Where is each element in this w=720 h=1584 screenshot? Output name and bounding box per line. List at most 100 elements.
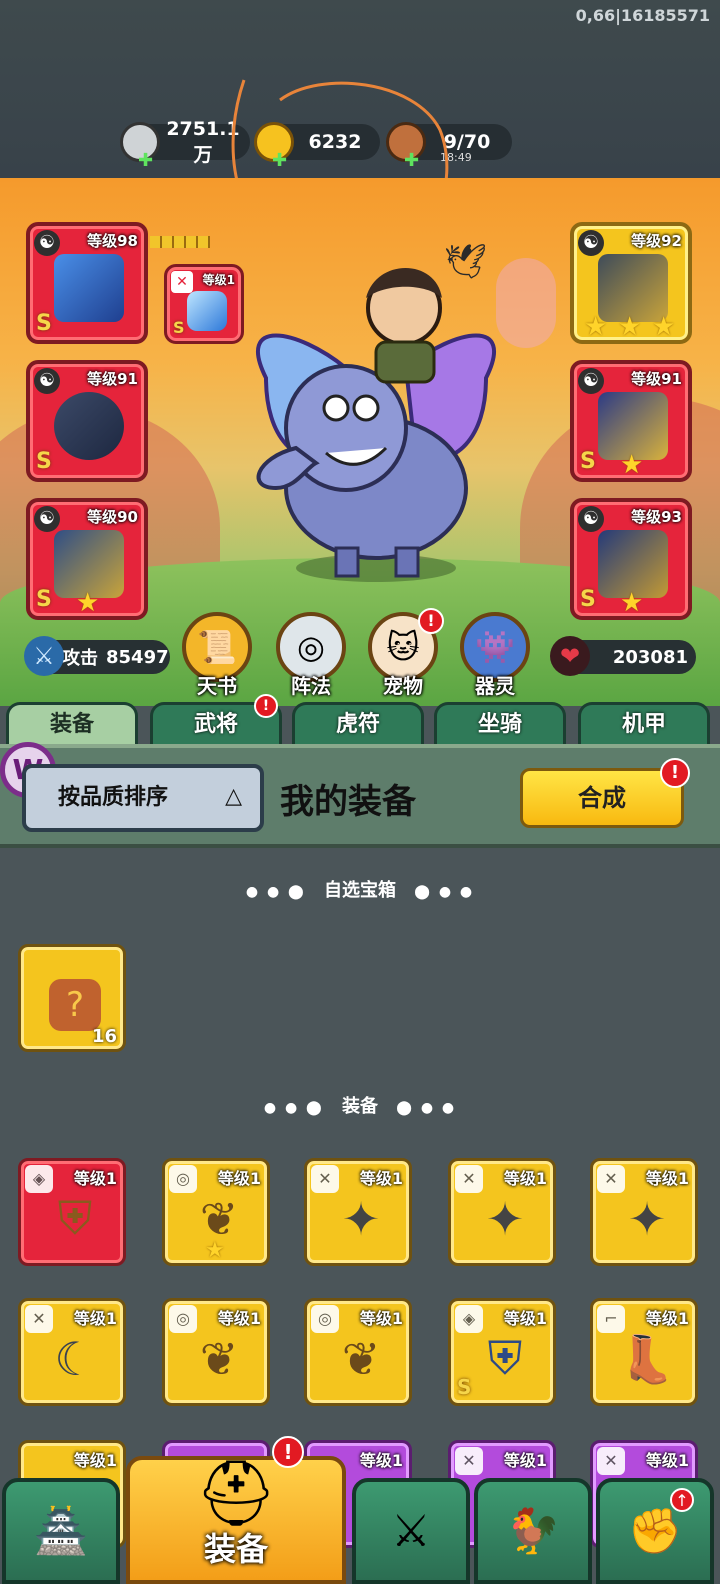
grade-label: S [36,449,52,474]
slot-level: 等级98 [87,232,138,250]
grade-label: S [36,311,52,336]
item-level: 等级1 [217,1309,261,1328]
plus-icon[interactable]: ✚ [138,150,153,171]
synthesize-button[interactable]: 合成 [520,768,684,828]
swallow-bird-decor: 🕊 [444,242,488,282]
section-header-equip: ● ● ⬤ 装备 ⬤ ● ● [0,1092,720,1118]
nav-battle-button[interactable]: ⚔ [352,1478,470,1584]
section-title: 自选宝箱 [324,880,396,901]
tab-tally[interactable]: 虎符 [292,702,424,748]
sort-label: 按品质排序 [58,785,169,810]
sword-tag-icon: ✕ [455,1165,483,1193]
item-level: 等级1 [217,1169,261,1188]
crossed-swords-icon: ⚔ [391,1505,431,1557]
item-level: 等级1 [645,1309,689,1328]
yinyang-icon: ☯ [34,230,60,256]
equipment-item[interactable]: ◈ 等级1 ⛨ [18,1158,126,1266]
tianshu-button[interactable]: 📜 天书 [180,612,254,699]
optional-chest-item[interactable]: ? 16 [18,944,126,1052]
equip-slot-ring[interactable]: ☯ 等级91 S [26,360,148,482]
fist-upgrade-icon: ✊ [627,1506,683,1557]
nav-chicken-button[interactable]: 🐓 [474,1478,592,1584]
item-level: 等级1 [359,1309,403,1328]
upgrade-arrow-icon: ↑ [670,1488,694,1512]
equipment-item[interactable]: ✕ 等级1 ☾ [18,1298,126,1406]
alert-badge: ! [418,608,444,634]
nav-equipment-button[interactable]: ⛑ 装备 ! [126,1436,346,1584]
yinyang-icon: ☯ [34,368,60,394]
yinyang-icon: ☯ [34,506,60,532]
hp-value: 203081 [612,646,688,668]
func-label: 器灵 [475,674,515,698]
sort-dropdown[interactable]: 按品质排序 △ [22,764,264,832]
weapon-art-icon [54,254,124,322]
alert-badge: ! [660,758,690,788]
boots-icon: 👢 [618,1331,676,1386]
spirit-button[interactable]: 👾 器灵 [458,612,532,699]
bottom-navigation: 🏯 ⛑ 装备 ! ⚔ 🐓 ✊ ↑ [0,1436,720,1584]
armor-icon: ⛨ [57,1191,93,1245]
dagger-icon: ☾ [54,1332,96,1386]
star-icon: ★ [620,450,644,480]
blossom-branch-decor [496,258,556,348]
grade-label: S [173,318,185,337]
amulet-art-icon [54,392,124,460]
alert-badge: ! [272,1436,304,1468]
helmet-icon: ⛑ [195,1457,277,1531]
equipment-item[interactable]: ◎ 等级1 ❦ [304,1298,412,1406]
hp-stat: ❤ 203081 [550,636,696,676]
equipment-item[interactable]: ◈ 等级1 ⛨ S [448,1298,556,1406]
amulet-icon: ❦ [199,1332,239,1386]
nav-upgrade-button[interactable]: ✊ ↑ [596,1478,714,1584]
equip-slot-helmet[interactable]: ☯ 等级90 S ★ [26,498,148,620]
attack-label: 攻击 [62,648,98,669]
yinyang-icon: ☯ [578,506,604,532]
equip-slot-secondary[interactable]: ✕ 等级1 S [164,264,244,344]
formation-button[interactable]: ◎ 阵法 [274,612,348,699]
equip-slot-weapon[interactable]: ☯ 等级98 S [26,222,148,344]
item-level: 等级1 [73,1169,117,1188]
equipment-item[interactable]: ✕ 等级1 ✦ [304,1158,412,1266]
tab-mount[interactable]: 坐骑 [434,702,566,748]
dots-decor: ● ● ⬤ [245,884,306,900]
equipment-item[interactable]: ✕ 等级1 ✦ [590,1158,698,1266]
grade-label: S [580,587,596,612]
item-level: 等级1 [359,1169,403,1188]
slot-level: 等级93 [631,508,682,526]
sword-tag-icon: ✕ [597,1165,625,1193]
star-icon: ★ [618,312,642,342]
star-icon: ★ [205,1238,225,1263]
blade-art-icon [187,291,227,331]
dots-decor: ● ● ⬤ [263,1100,324,1116]
equipment-item[interactable]: ◎ 等级1 ❦ [162,1298,270,1406]
boot-tag-icon: ⌐ [597,1305,625,1333]
slot-level: 等级90 [87,508,138,526]
hero-on-elephant-mount[interactable] [236,258,516,588]
equip-slot-belt[interactable]: ☯ 等级91 S ★ [570,360,692,482]
equip-slot-armor[interactable]: ☯ 等级92 ★ ★ ★ [570,222,692,344]
slot-level: 等级91 [631,370,682,388]
equipment-item[interactable]: ✕ 等级1 ✦ [448,1158,556,1266]
alert-badge: ! [254,694,278,718]
shuriken-icon: ✦ [627,1192,667,1246]
equip-slot-boots[interactable]: ☯ 等级93 S ★ [570,498,692,620]
star-icon: ★ [652,312,676,342]
func-label: 阵法 [291,674,331,698]
armor-tag-icon: ◈ [25,1165,53,1193]
triangle-up-icon: △ [225,784,242,809]
medal-tag-icon: ◎ [169,1165,197,1193]
attack-value: 85497 [106,646,169,668]
chain-link-decor [150,236,210,248]
pet-button[interactable]: 🐱 宠物 ! [366,608,444,699]
nav-city-button[interactable]: 🏯 [2,1478,120,1584]
tab-mecha[interactable]: 机甲 [578,702,710,748]
shuriken-icon: ✦ [341,1192,381,1246]
equipment-item[interactable]: ⌐ 等级1 👢 [590,1298,698,1406]
game-screen: 0,66|16185571 ✚ 2751.1万 ✚ 6232 ✚ 9/70 18… [0,0,720,1584]
character-scene: 🕊 ☯ 等级98 S ☯ 等级91 S ☯ 等级90 S ★ ✕ 等级1 S ☯… [0,178,720,706]
page-title: 我的装备 [280,782,416,822]
equipment-item[interactable]: ◎ 等级1 ❦ ★ [162,1158,270,1266]
attack-stat: ⚔ 攻击 85497 [24,636,170,676]
category-tabs: 装备 武将 ! 虎符 坐骑 机甲 [0,694,720,748]
equipment-header-bar: W 按品质排序 △ 我的装备 合成 ! [0,742,720,848]
